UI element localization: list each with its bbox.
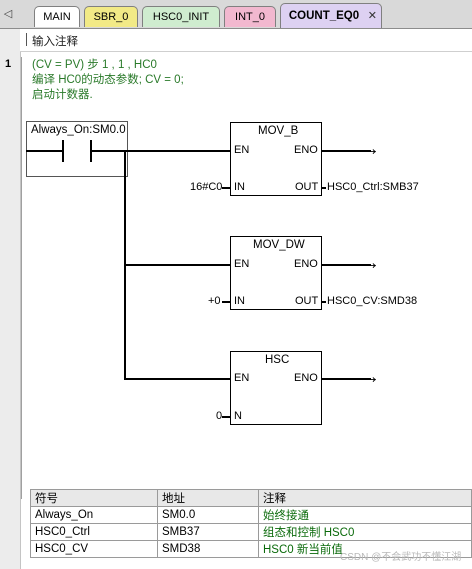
symbol-cell: HSC0_Ctrl: [30, 523, 158, 541]
mov-dw-in-pin: IN: [234, 295, 245, 307]
mov-b-in-stub: [222, 187, 230, 189]
mov-b-eno: ENO: [294, 144, 318, 156]
table-row[interactable]: Always_On SM0.0 始终接通: [30, 506, 472, 524]
hsc-n-stub: [222, 416, 230, 418]
mov-dw-in-value[interactable]: +0: [208, 295, 221, 307]
tab-main[interactable]: MAIN: [34, 6, 80, 27]
col-symbol: 符号: [30, 489, 158, 507]
program-comment-row[interactable]: [20, 29, 472, 52]
close-tab-icon[interactable]: ✕: [368, 4, 377, 28]
address-cell: SM0.0: [157, 506, 259, 524]
tab-int-0[interactable]: INT_0: [224, 6, 276, 27]
hsc-n-pin: N: [234, 410, 242, 422]
rung-wire-1: [90, 150, 230, 152]
contact-bar-left: [62, 140, 64, 162]
mov-dw-out-pin: OUT: [295, 295, 319, 307]
mov-dw-en: EN: [234, 258, 250, 270]
symbol-cell: HSC0_CV: [30, 540, 158, 558]
symbol-cell: Always_On: [30, 506, 158, 524]
network-comment-line-3[interactable]: 启动计数器.: [32, 86, 93, 102]
contact-label: Always_On:SM0.0: [31, 124, 126, 136]
hsc-n-value[interactable]: 0: [216, 410, 222, 422]
hsc-en: EN: [234, 372, 250, 384]
tab-scroll-left-icon[interactable]: ◁: [0, 6, 16, 22]
rung-wire-2: [124, 264, 230, 266]
tab-sbr-0[interactable]: SBR_0: [84, 6, 138, 27]
mov-dw-in-stub: [222, 301, 230, 303]
col-comment: 注释: [258, 489, 472, 507]
address-cell: SMB37: [157, 523, 259, 541]
mov-b-eno-arrow-icon: →: [360, 138, 380, 160]
hsc-title: HSC: [265, 354, 290, 366]
comment-cursor: [26, 33, 27, 46]
hsc-eno: ENO: [294, 372, 318, 384]
mov-dw-eno-arrow-icon: →: [360, 252, 380, 274]
left-gutter: [0, 29, 21, 569]
mov-dw-title: MOV_DW: [253, 239, 305, 251]
mov-b-out-stub: [321, 187, 326, 189]
address-cell: SMD38: [157, 540, 259, 558]
table-row[interactable]: HSC0_Ctrl SMB37 组态和控制 HSC0: [30, 523, 472, 541]
col-address: 地址: [157, 489, 259, 507]
rung-wire-3: [124, 378, 230, 380]
mov-b-out-value[interactable]: HSC0_Ctrl:SMB37: [327, 181, 419, 193]
mov-b-in-pin: IN: [234, 181, 245, 193]
power-rail: [21, 57, 22, 499]
network-comment-line-2[interactable]: 编译 HC0的动态参数; CV = 0;: [32, 71, 184, 87]
mov-dw-out-stub: [321, 301, 326, 303]
mov-b-en: EN: [234, 144, 250, 156]
mov-dw-eno: ENO: [294, 258, 318, 270]
network-comment-line-1[interactable]: (CV = PV) 步 1 , 1 , HC0: [32, 56, 157, 72]
tab-count-eq0[interactable]: COUNT_EQ0 ✕: [280, 3, 382, 28]
watermark: CSDN @不会武功不懂江湖: [340, 552, 462, 563]
symbol-table-header: 符号 地址 注释: [30, 489, 472, 507]
comment-cell: 始终接通: [258, 506, 472, 524]
network-number: 1: [5, 58, 12, 70]
mov-dw-out-value[interactable]: HSC0_CV:SMD38: [327, 295, 417, 307]
mov-b-out-pin: OUT: [295, 181, 319, 193]
comment-cell: 组态和控制 HSC0: [258, 523, 472, 541]
tab-hsc0-init[interactable]: HSC0_INIT: [142, 6, 220, 27]
program-comment-placeholder: 输入注释: [32, 36, 78, 48]
hsc-eno-arrow-icon: →: [360, 366, 380, 388]
contact-wire-left: [26, 150, 62, 152]
mov-b-in-value[interactable]: 16#C0: [190, 181, 222, 193]
mov-b-title: MOV_B: [258, 125, 299, 137]
